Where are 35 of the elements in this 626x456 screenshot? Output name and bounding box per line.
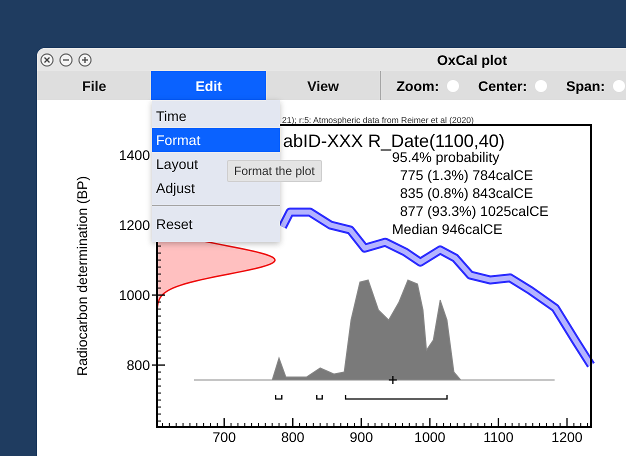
axis-tick-label: 1200	[551, 429, 583, 445]
menu-item[interactable]: Format	[152, 128, 280, 152]
range-text: 835 (0.8%) 843calCE	[400, 185, 534, 201]
menu-item[interactable]: Reset	[152, 212, 280, 236]
axis-tick-label: 1000	[414, 429, 446, 445]
median-marker	[388, 375, 398, 385]
minimize-icon[interactable]	[59, 52, 73, 66]
option-label: Center:	[478, 78, 528, 94]
option-label: Span:	[566, 78, 606, 94]
window-title: OxCal plot	[437, 52, 508, 68]
axis-tick-label: 1200	[118, 217, 150, 234]
plot-header: 21); r:5: Atmospheric data from Reimer et al (2020)	[282, 115, 474, 125]
axis-title: Radiocarbon determination (BP)	[74, 176, 90, 376]
option-label: Zoom:	[396, 78, 440, 94]
radio-button[interactable]	[535, 80, 548, 92]
axis-tick-label: 900	[350, 429, 373, 445]
range-text: 775 (1.3%) 784calCE	[400, 167, 534, 183]
menu-tab[interactable]: View	[266, 71, 380, 100]
axis-tick-label: 1100	[483, 429, 514, 445]
axis-tick-label: 800	[281, 429, 304, 445]
axis-tick-label: 1400	[118, 147, 150, 164]
menu-item[interactable]: Time	[152, 104, 280, 128]
range-bracket	[274, 395, 282, 400]
menu-tab[interactable]: Edit	[151, 71, 266, 100]
axis-tick-label: 1000	[118, 287, 150, 304]
tooltip: Format the plot	[227, 160, 322, 182]
radio-button[interactable]	[447, 80, 460, 92]
radio-button[interactable]	[613, 80, 626, 92]
menu-tab[interactable]: File	[37, 71, 152, 100]
close-icon[interactable]	[40, 52, 54, 66]
axis-tick-label: 800	[126, 357, 150, 374]
plot-title: abID-XXX R_Date(1100,40)	[283, 131, 505, 151]
range-bracket	[316, 395, 323, 400]
maximize-icon[interactable]	[78, 52, 92, 66]
axis-tick-label: 700	[212, 429, 236, 445]
